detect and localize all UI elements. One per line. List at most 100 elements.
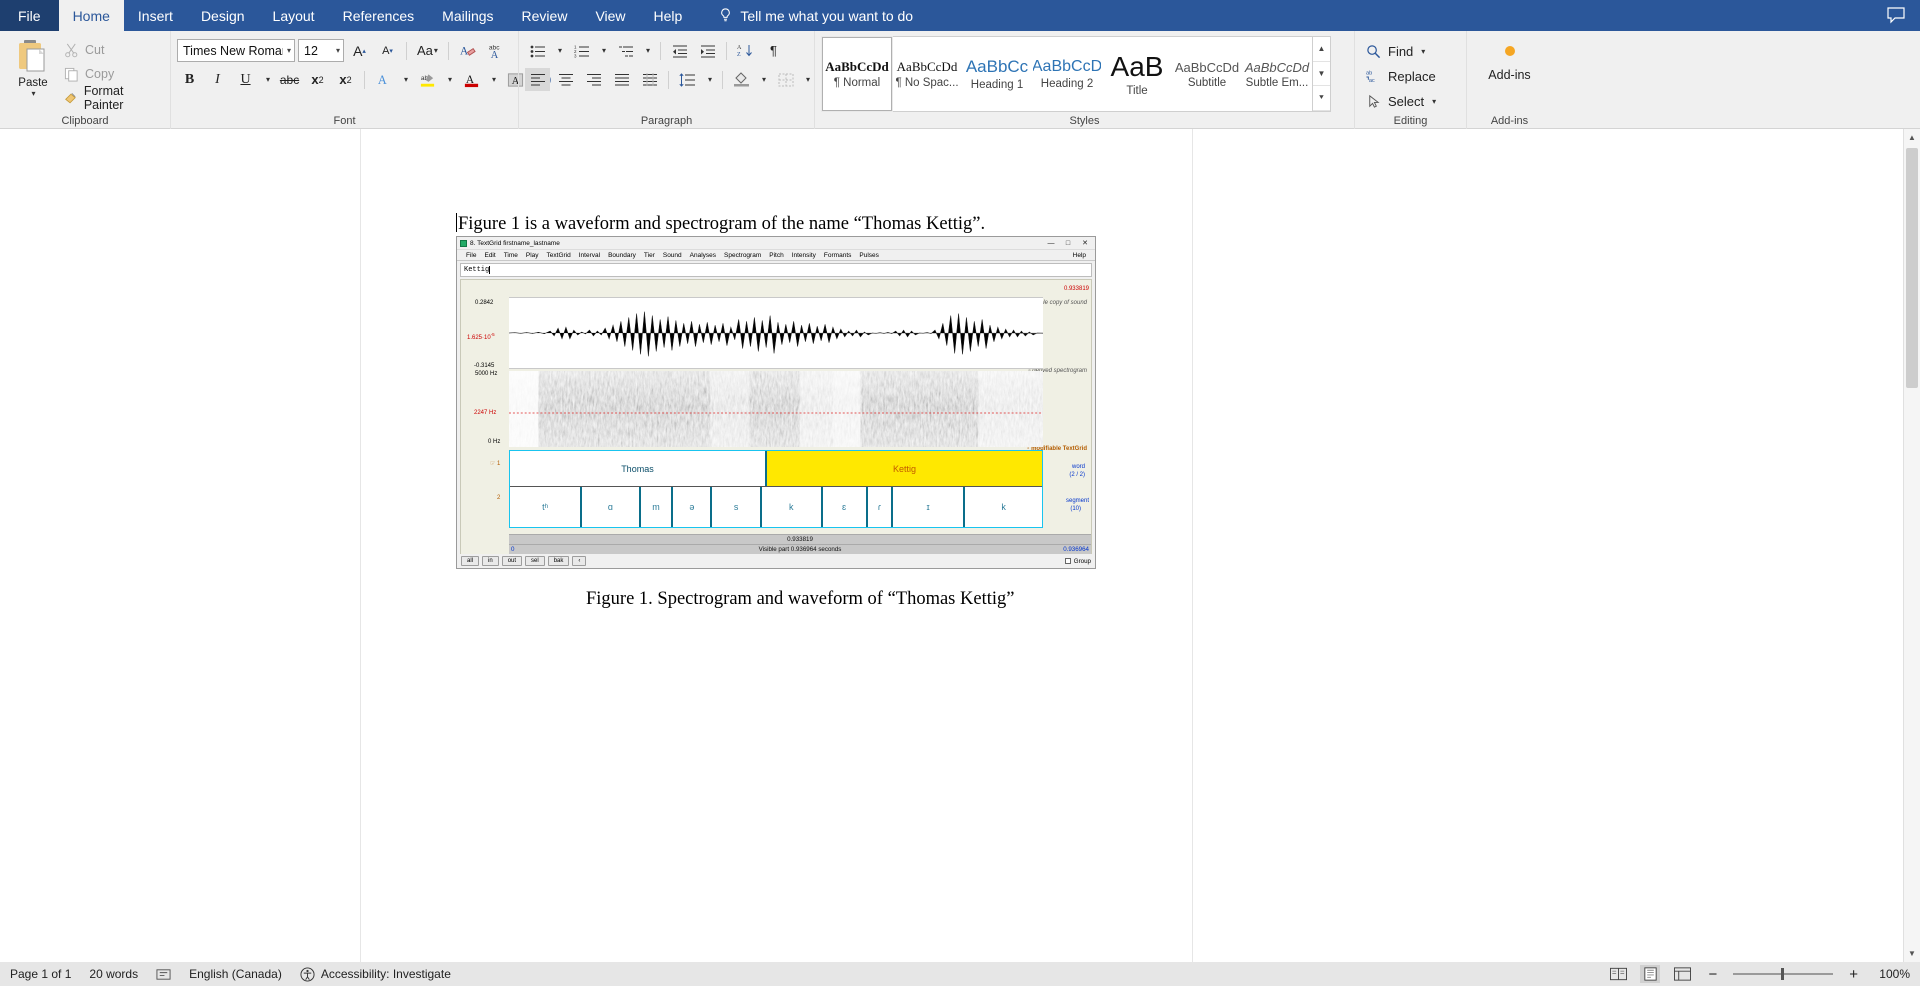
praat-zoom-all-button[interactable]: all — [461, 556, 480, 566]
praat-menu-interval[interactable]: Interval — [575, 252, 604, 259]
textgrid-tiers[interactable]: Thomas Kettig tʰ ɑ m ə s k ɛ ɾ ɪ k — [509, 450, 1043, 528]
find-button[interactable]: Find ▾ — [1361, 40, 1441, 62]
underline-dropdown[interactable]: ▾ — [261, 68, 274, 91]
praat-label-entry[interactable]: Kettig — [460, 263, 1092, 277]
superscript-button[interactable]: x2 — [333, 68, 358, 91]
document-body-paragraph[interactable]: Figure 1 is a waveform and spectrogram o… — [456, 213, 985, 235]
strikethrough-button[interactable]: abc — [277, 68, 302, 91]
zoom-out-button[interactable]: − — [1704, 966, 1721, 983]
zoom-slider[interactable] — [1733, 968, 1834, 980]
segment-interval-7[interactable]: ɛ — [820, 487, 866, 527]
subscript-button[interactable]: x2 — [305, 68, 330, 91]
scroll-down-arrow[interactable]: ▼ — [1904, 945, 1920, 962]
zoom-slider-knob[interactable] — [1781, 968, 1785, 980]
bold-button[interactable]: B — [177, 68, 202, 91]
line-spacing-button[interactable] — [675, 68, 700, 91]
print-layout-button[interactable] — [1640, 965, 1661, 983]
multilevel-dropdown[interactable]: ▾ — [641, 39, 654, 62]
shrink-font-button[interactable]: A ▾ — [375, 39, 400, 62]
visible-part-bar[interactable]: 0 Visible part 0.936964 seconds 0.936964 — [509, 544, 1091, 554]
decrease-indent-button[interactable] — [667, 39, 692, 62]
scrollbar-thumb[interactable] — [1906, 148, 1918, 388]
bullets-dropdown[interactable]: ▾ — [553, 39, 566, 62]
gallery-more[interactable]: ⯆ — [1313, 86, 1330, 112]
proofing-status[interactable] — [156, 967, 171, 982]
text-highlight-button[interactable]: ab — [415, 68, 440, 91]
increase-indent-button[interactable] — [695, 39, 720, 62]
web-layout-button[interactable] — [1672, 965, 1692, 983]
praat-menu-formants[interactable]: Formants — [820, 252, 855, 259]
segment-interval-9[interactable]: ɪ — [891, 487, 963, 527]
find-dropdown-caret[interactable]: ▾ — [1420, 47, 1425, 56]
style-subtitle[interactable]: AaBbCcDd Subtitle — [1172, 37, 1242, 111]
format-painter-button[interactable]: Format Painter — [60, 84, 164, 112]
praat-menu-pulses[interactable]: Pulses — [855, 252, 883, 259]
segment-interval-6[interactable]: k — [759, 487, 821, 527]
segment-interval-4[interactable]: ə — [671, 487, 710, 527]
praat-scroll-left-button[interactable]: ‹ — [572, 556, 587, 566]
tab-references[interactable]: References — [329, 0, 429, 31]
segment-interval-3[interactable]: m — [638, 487, 672, 527]
align-center-button[interactable] — [553, 68, 578, 91]
font-size-combo[interactable]: 12 ▾ — [298, 39, 344, 62]
spectrogram-display[interactable] — [509, 371, 1043, 447]
styles-gallery-scroll[interactable]: ▲ ▼ ⯆ — [1312, 37, 1330, 112]
paste-button[interactable]: Paste ▾ — [6, 34, 60, 98]
align-right-button[interactable] — [581, 68, 606, 91]
segment-interval-5[interactable]: s — [710, 487, 759, 527]
style-heading-2[interactable]: AaBbCcD Heading 2 — [1032, 37, 1102, 111]
scroll-up-arrow[interactable]: ▲ — [1904, 129, 1920, 146]
textgrid-segment-tier[interactable]: tʰ ɑ m ə s k ɛ ɾ ɪ k — [510, 487, 1042, 527]
justify-button[interactable] — [609, 68, 634, 91]
zoom-in-button[interactable]: + — [1845, 966, 1862, 983]
style-no-spacing[interactable]: AaBbCcDd ¶ No Spac... — [892, 37, 962, 111]
group-checkbox[interactable] — [1064, 558, 1071, 564]
praat-window-image[interactable]: 8. TextGrid firstname_lastname — □ ✕ Fil… — [456, 236, 1096, 569]
font-color-button[interactable]: A — [459, 68, 484, 91]
praat-zoom-in-button[interactable]: in — [482, 556, 499, 566]
segment-interval-1[interactable]: tʰ — [510, 487, 580, 527]
praat-zoom-back-button[interactable]: bak — [547, 556, 570, 566]
tab-mailings[interactable]: Mailings — [428, 0, 507, 31]
tab-insert[interactable]: Insert — [124, 0, 187, 31]
praat-zoom-sel-button[interactable]: sel — [525, 556, 545, 566]
praat-menu-pitch[interactable]: Pitch — [765, 252, 787, 259]
praat-menu-spectrogram[interactable]: Spectrogram — [720, 252, 765, 259]
language-indicator[interactable]: English (Canada) — [189, 967, 282, 981]
praat-menu-time[interactable]: Time — [500, 252, 522, 259]
segment-interval-8[interactable]: ɾ — [865, 487, 892, 527]
tab-layout[interactable]: Layout — [259, 0, 329, 31]
bullets-button[interactable] — [525, 39, 550, 62]
styles-gallery[interactable]: AaBbCcDd ¶ Normal AaBbCcDd ¶ No Spac... … — [821, 36, 1331, 112]
shading-button[interactable] — [729, 68, 754, 91]
read-mode-button[interactable] — [1608, 965, 1628, 983]
praat-menu-tier[interactable]: Tier — [640, 252, 659, 259]
italic-button[interactable]: I — [205, 68, 230, 91]
line-spacing-dropdown[interactable]: ▾ — [703, 68, 716, 91]
praat-menu-analyses[interactable]: Analyses — [686, 252, 720, 259]
style-subtle-emphasis[interactable]: AaBbCcDd Subtle Em... — [1242, 37, 1312, 111]
text-effects-button[interactable]: abc A — [483, 39, 508, 62]
change-case-button[interactable]: Aa ▾ — [413, 39, 442, 62]
highlight-dropdown[interactable]: ▾ — [443, 68, 456, 91]
praat-menu-sound[interactable]: Sound — [659, 252, 686, 259]
praat-close-button[interactable]: ✕ — [1078, 239, 1092, 247]
distributed-button[interactable] — [637, 68, 662, 91]
paste-dropdown-caret[interactable]: ▾ — [31, 89, 36, 98]
praat-minimize-button[interactable]: — — [1044, 240, 1058, 247]
show-paragraph-marks-button[interactable]: ¶ — [761, 39, 786, 62]
sort-button[interactable]: AZ — [733, 39, 758, 62]
praat-menu-file[interactable]: File — [462, 252, 480, 259]
font-name-combo[interactable]: Times New Romar ▾ — [177, 39, 295, 62]
multilevel-list-button[interactable] — [613, 39, 638, 62]
gallery-scroll-up[interactable]: ▲ — [1313, 37, 1330, 62]
praat-maximize-button[interactable]: □ — [1061, 240, 1075, 247]
praat-editor-area[interactable]: 0.2842 1.625·10-5 -0.3145 5000 Hz 2247 H… — [460, 279, 1092, 565]
numbering-button[interactable]: 123 — [569, 39, 594, 62]
tab-review[interactable]: Review — [508, 0, 582, 31]
textgrid-word-tier[interactable]: Thomas Kettig — [510, 451, 1042, 487]
segment-interval-10[interactable]: k — [963, 487, 1042, 527]
text-effects-typography-button[interactable]: A — [371, 68, 396, 91]
shading-dropdown[interactable]: ▾ — [757, 68, 770, 91]
tell-me-box[interactable]: Tell me what you want to do — [706, 0, 925, 31]
